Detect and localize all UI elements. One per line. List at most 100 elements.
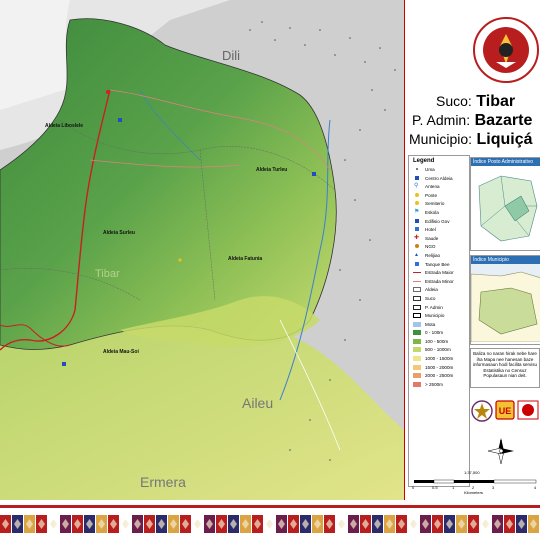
legend-item: Ponte [409, 192, 469, 201]
legend-item: Estrada Minor [409, 278, 469, 287]
legend-item-label: Aldeia [425, 287, 438, 293]
legend-item: ✚ Saude [409, 235, 469, 244]
place-label-ermera: Ermera [140, 474, 186, 490]
legend-item: P. Admin [409, 304, 469, 313]
legend-item: > 2500m [409, 381, 469, 390]
logo-row: UE [470, 392, 540, 430]
scale-tick-label: 0 [412, 485, 415, 490]
legend-item-label: NGO [425, 244, 436, 250]
posto-index-map [471, 166, 540, 248]
legend-symbol-icon [413, 304, 421, 310]
legend-item-label: 1000 - 1500m [425, 356, 454, 362]
legend-title: Legend [413, 158, 435, 164]
scale-ratio: 1:37,500 [464, 470, 480, 475]
legend-panel: Legend Uma Centro Aldeia ⚲ Antena Ponte Semit… [408, 155, 470, 487]
legend-item-label: Tanque Bee [425, 261, 450, 267]
suco-title-value: Tibar [476, 93, 516, 110]
legend-symbol-icon [413, 338, 421, 344]
legend-symbol-icon [415, 175, 419, 180]
suco-title-label: Suco: [436, 93, 472, 109]
terrain-map [0, 0, 404, 500]
legend-item-label: P. Admin [425, 304, 443, 310]
legend-item-label: Ponte [425, 192, 438, 198]
legend-item: 100 - 500m [409, 338, 469, 347]
legend-item-label: 2000 - 2500m [425, 373, 454, 379]
legend-item-label: Antena [425, 184, 440, 190]
side-panel: Suco: Tibar P. Admin: Bazarte Municipio:… [406, 0, 540, 500]
footer-rule [0, 505, 540, 508]
legend-item-label: 100 - 500m [425, 338, 449, 344]
legend-item: 1500 - 2000m [409, 364, 469, 373]
admin-title: P. Admin: Bazarte [406, 111, 540, 130]
posto-index-inset: Índice Posto Administrativo [470, 157, 540, 251]
legend-item: Edifisio Gov [409, 218, 469, 227]
scale-tick-label: 0.5 [432, 485, 438, 490]
legend-symbol-icon [413, 330, 421, 336]
partner-logos-icon: UE [471, 400, 539, 422]
suco-title: Suco: Tibar [406, 92, 540, 111]
legend-item-label: Mota [425, 321, 436, 327]
legend-item-label: Semiterio [425, 201, 445, 207]
legend-symbol-icon [413, 295, 421, 301]
map-canvas[interactable]: Dili Aileu Ermera Tibar Aldeia Liboslele… [0, 0, 405, 500]
legend-symbol-icon [415, 201, 419, 206]
legend-symbol-icon [413, 272, 421, 274]
legend-list: Uma Centro Aldeia ⚲ Antena Ponte Semiterio ⚑ Es… [409, 166, 469, 389]
legend-symbol-icon [413, 287, 421, 293]
svg-text:UE: UE [499, 406, 512, 416]
legend-item: Uma [409, 166, 469, 175]
legend-item: NGO [409, 243, 469, 252]
legend-item: 500 - 1000m [409, 346, 469, 355]
scale-bar: 1:37,500 0 0.5 1 2 3 4 Kilometers [410, 470, 540, 496]
legend-item-label: 500 - 1000m [425, 347, 451, 353]
legend-item-label: Edifisio Gov [425, 218, 450, 224]
municipio-title: Municipio: Liquiçá [406, 130, 540, 149]
legend-item-label: 0 - 100m [425, 330, 444, 336]
aldeia-label-liboslele: Aldeia Liboslele [45, 123, 84, 129]
admin-title-label: P. Admin: [412, 112, 471, 128]
municipio-title-label: Municipio: [409, 131, 473, 147]
legend-symbol-icon [413, 381, 421, 387]
legend-symbol-icon [415, 227, 419, 232]
legend-symbol-icon: ✚ [414, 234, 420, 241]
legend-symbol-icon: ⚑ [414, 208, 420, 215]
legend-item-label: Eskola [425, 209, 439, 215]
legend-symbol-icon [413, 313, 421, 319]
scale-unit: Kilometers [464, 490, 483, 495]
legend-item-label: 1500 - 2000m [425, 364, 454, 370]
legend-item-label: > 2500m [425, 381, 444, 387]
municipio-index-inset: Índice Municipio [470, 255, 540, 345]
footer-band [0, 505, 540, 540]
legend-symbol-icon [413, 364, 421, 370]
legend-item-label: Estrada Maior [425, 270, 454, 276]
disclaimer-note: Baliza no naran hirak nebe hare iha Mapa… [470, 348, 540, 388]
legend-item: Estrada Maior [409, 269, 469, 278]
legend-item-label: Saude [425, 235, 439, 241]
compass-n: N [500, 439, 502, 443]
municipio-index-title: Índice Municipio [471, 256, 540, 264]
legend-item-label: Suco [425, 295, 436, 301]
aldeia-label-fatunia: Aldeia Fatunia [228, 256, 263, 262]
legend-symbol-icon [413, 347, 421, 353]
legend-symbol-icon [413, 321, 421, 327]
legend-item: Municipio [409, 312, 469, 321]
legend-symbol-icon [415, 192, 419, 197]
legend-item-label: Centro Aldeia [425, 175, 453, 181]
place-label-dili: Dili [222, 48, 241, 63]
tais-pattern-strip [0, 513, 540, 535]
municipio-title-value: Liquiçá [476, 131, 533, 148]
legend-symbol-icon: ⚲ [414, 183, 419, 190]
legend-item: Hotel [409, 226, 469, 235]
municipio-index-map [470, 264, 540, 343]
aldeia-label-mau-soi: Aldeia Mau-Soi [103, 349, 139, 355]
place-label-aileu: Aileu [242, 395, 274, 411]
suco-label: Tibar [95, 268, 120, 280]
legend-symbol-icon [415, 261, 419, 266]
legend-symbol-icon [416, 168, 418, 170]
legend-item: 2000 - 2500m [409, 372, 469, 381]
legend-item: ⚑ Eskola [409, 209, 469, 218]
legend-item: 1000 - 1500m [409, 355, 469, 364]
legend-symbol-icon [415, 218, 419, 223]
legend-item-label: Uma [425, 167, 435, 172]
admin-title-value: Bazarte [474, 112, 533, 129]
